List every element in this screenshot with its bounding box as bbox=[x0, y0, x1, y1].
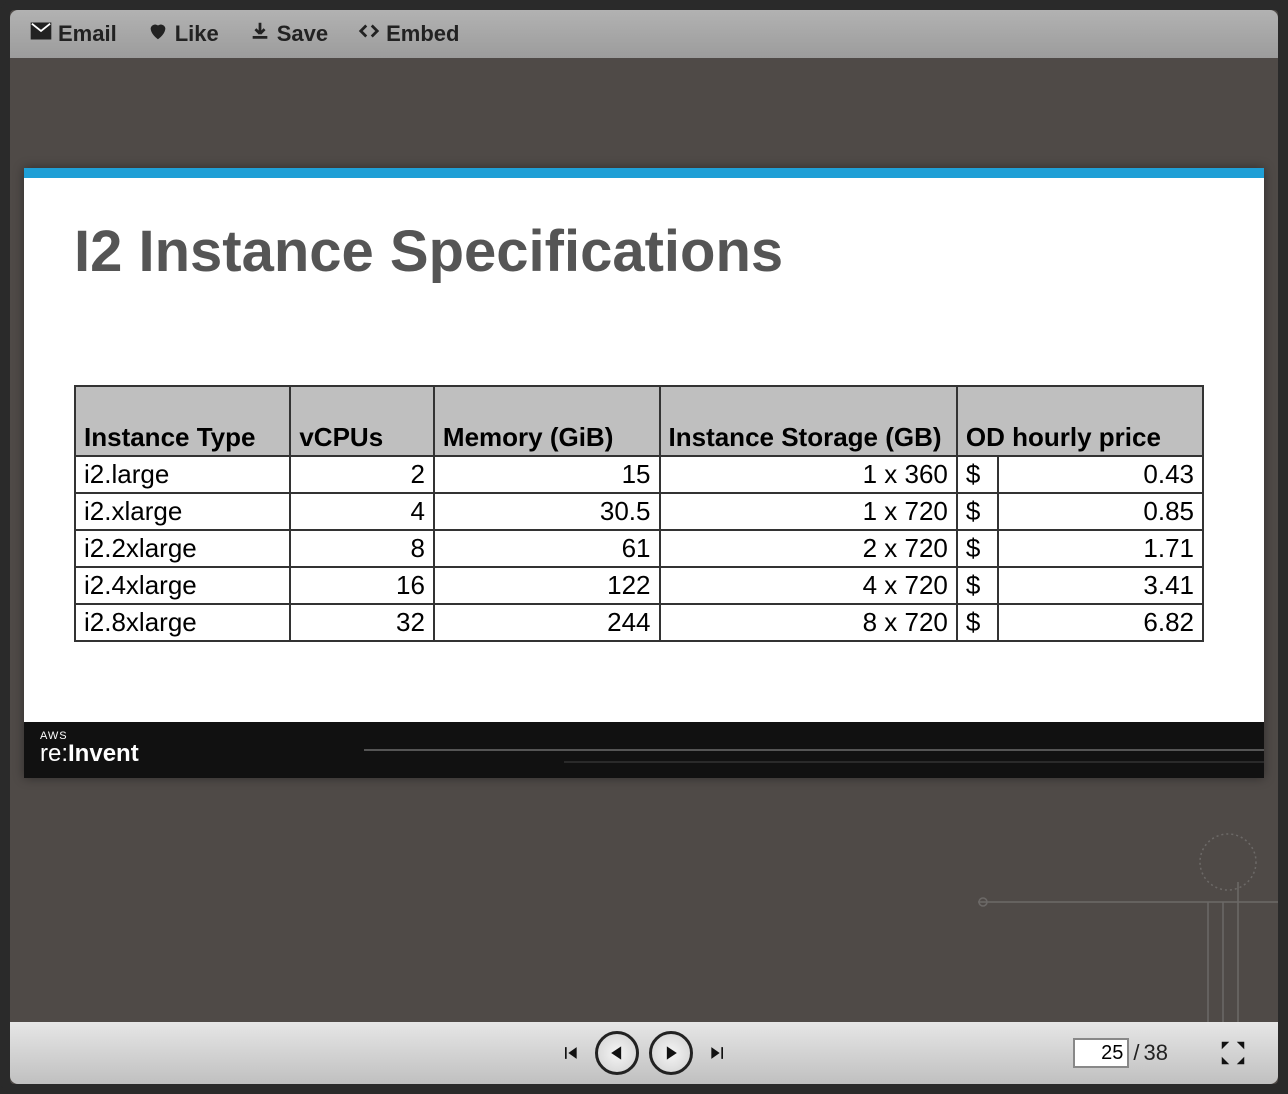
table-row: i2.4xlarge 16 122 4 x 720 $ 3.41 bbox=[75, 567, 1203, 604]
header-instance-type: Instance Type bbox=[75, 386, 290, 456]
nav-controls bbox=[555, 1031, 733, 1075]
slide-title: I2 Instance Specifications bbox=[24, 178, 1264, 315]
slide-accent-bar bbox=[24, 168, 1264, 178]
cell-vcpus: 8 bbox=[290, 530, 434, 567]
table-row: i2.2xlarge 8 61 2 x 720 $ 1.71 bbox=[75, 530, 1203, 567]
player-bar: / 38 bbox=[10, 1022, 1278, 1084]
cell-memory: 122 bbox=[434, 567, 660, 604]
next-slide-button[interactable] bbox=[649, 1031, 693, 1075]
current-page-input[interactable] bbox=[1073, 1038, 1129, 1068]
cell-currency: $ bbox=[957, 530, 998, 567]
cell-vcpus: 16 bbox=[290, 567, 434, 604]
table-body: i2.large 2 15 1 x 360 $ 0.43 i2.xlarge 4… bbox=[75, 456, 1203, 641]
first-slide-button[interactable] bbox=[555, 1038, 585, 1068]
cell-memory: 61 bbox=[434, 530, 660, 567]
cell-currency: $ bbox=[957, 493, 998, 530]
table-row: i2.large 2 15 1 x 360 $ 0.43 bbox=[75, 456, 1203, 493]
email-label: Email bbox=[58, 21, 117, 47]
envelope-icon bbox=[30, 20, 52, 48]
embed-button[interactable]: Embed bbox=[358, 20, 459, 48]
slide-viewer: Email Like Save Embed I2 Instance Specif… bbox=[0, 0, 1288, 1094]
cell-storage: 2 x 720 bbox=[660, 530, 957, 567]
embed-label: Embed bbox=[386, 21, 459, 47]
save-button[interactable]: Save bbox=[249, 20, 328, 48]
logo-invent: Invent bbox=[68, 740, 139, 767]
email-button[interactable]: Email bbox=[30, 20, 117, 48]
cell-currency: $ bbox=[957, 567, 998, 604]
heart-icon bbox=[147, 20, 169, 48]
cell-price: 1.71 bbox=[998, 530, 1203, 567]
cell-memory: 30.5 bbox=[434, 493, 660, 530]
cell-storage: 4 x 720 bbox=[660, 567, 957, 604]
cell-type: i2.xlarge bbox=[75, 493, 290, 530]
page-separator: / bbox=[1133, 1040, 1139, 1066]
header-memory: Memory (GiB) bbox=[434, 386, 660, 456]
cell-type: i2.large bbox=[75, 456, 290, 493]
cell-type: i2.4xlarge bbox=[75, 567, 290, 604]
cell-type: i2.2xlarge bbox=[75, 530, 290, 567]
cell-storage: 1 x 360 bbox=[660, 456, 957, 493]
table-row: i2.xlarge 4 30.5 1 x 720 $ 0.85 bbox=[75, 493, 1203, 530]
save-label: Save bbox=[277, 21, 328, 47]
total-pages: 38 bbox=[1144, 1040, 1168, 1066]
like-label: Like bbox=[175, 21, 219, 47]
last-slide-button[interactable] bbox=[703, 1038, 733, 1068]
cell-currency: $ bbox=[957, 604, 998, 641]
slide: I2 Instance Specifications Instance Type… bbox=[24, 168, 1264, 778]
page-indicator: / 38 bbox=[1073, 1038, 1168, 1068]
table-row: i2.8xlarge 32 244 8 x 720 $ 6.82 bbox=[75, 604, 1203, 641]
header-storage: Instance Storage (GB) bbox=[660, 386, 957, 456]
top-toolbar: Email Like Save Embed bbox=[10, 10, 1278, 58]
cell-price: 0.43 bbox=[998, 456, 1203, 493]
download-icon bbox=[249, 20, 271, 48]
cell-price: 0.85 bbox=[998, 493, 1203, 530]
header-price: OD hourly price bbox=[957, 386, 1203, 456]
cell-price: 6.82 bbox=[998, 604, 1203, 641]
cell-price: 3.41 bbox=[998, 567, 1203, 604]
like-button[interactable]: Like bbox=[147, 20, 219, 48]
slide-stage: I2 Instance Specifications Instance Type… bbox=[10, 58, 1278, 1022]
table-header-row: Instance Type vCPUs Memory (GiB) Instanc… bbox=[75, 386, 1203, 456]
cell-vcpus: 4 bbox=[290, 493, 434, 530]
cell-vcpus: 2 bbox=[290, 456, 434, 493]
cell-memory: 15 bbox=[434, 456, 660, 493]
prev-slide-button[interactable] bbox=[595, 1031, 639, 1075]
header-vcpus: vCPUs bbox=[290, 386, 434, 456]
spec-table: Instance Type vCPUs Memory (GiB) Instanc… bbox=[74, 385, 1204, 642]
cell-vcpus: 32 bbox=[290, 604, 434, 641]
slide-footer: AWS re:Invent bbox=[24, 722, 1264, 778]
logo-aws: AWS bbox=[40, 732, 139, 740]
cell-memory: 244 bbox=[434, 604, 660, 641]
code-icon bbox=[358, 20, 380, 48]
cell-storage: 1 x 720 bbox=[660, 493, 957, 530]
fullscreen-button[interactable] bbox=[1216, 1036, 1250, 1070]
cell-currency: $ bbox=[957, 456, 998, 493]
cell-storage: 8 x 720 bbox=[660, 604, 957, 641]
cell-type: i2.8xlarge bbox=[75, 604, 290, 641]
reinvent-logo: AWS re:Invent bbox=[40, 732, 139, 768]
logo-re: re: bbox=[40, 740, 68, 767]
